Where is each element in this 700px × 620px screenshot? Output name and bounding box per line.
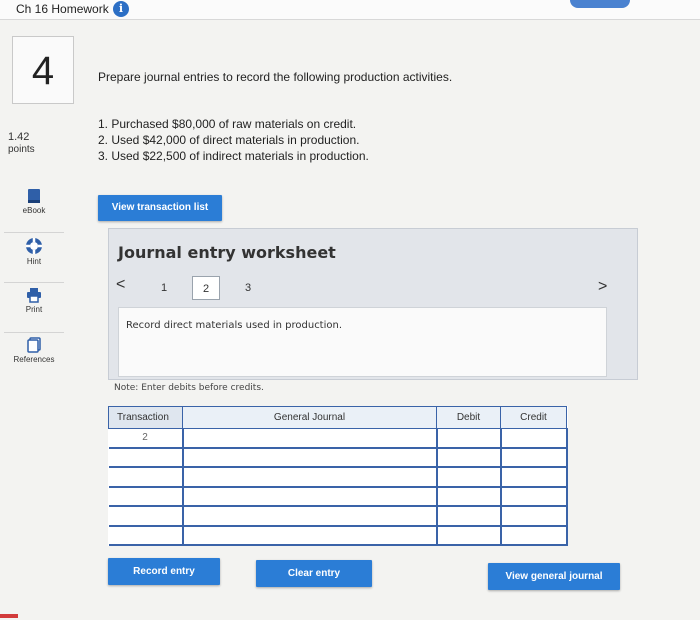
progress-indicator (0, 614, 18, 618)
debit-field[interactable] (435, 427, 502, 449)
view-general-journal-button[interactable]: View general journal (488, 563, 620, 590)
hint-tool[interactable]: Hint (4, 232, 64, 266)
references-label: References (13, 355, 55, 364)
table-row (108, 466, 568, 488)
header-credit: Credit (500, 406, 567, 429)
ebook-label: eBook (22, 206, 46, 215)
credit-field[interactable] (499, 486, 568, 508)
ebook-icon (28, 189, 40, 203)
debit-field[interactable] (435, 505, 502, 527)
credit-field[interactable] (499, 447, 568, 469)
table-header-row: Transaction General Journal Debit Credit (108, 406, 567, 429)
print-label: Print (25, 305, 43, 314)
top-bar: Ch 16 Homework i (0, 0, 700, 20)
account-field[interactable] (181, 447, 438, 469)
status-pill (570, 0, 630, 8)
journal-table: Transaction General Journal Debit Credit… (108, 406, 568, 547)
account-field[interactable] (181, 466, 438, 488)
view-transaction-list-button[interactable]: View transaction list (98, 195, 222, 221)
account-field[interactable] (181, 486, 438, 508)
page-tab-1[interactable]: 1 (150, 276, 178, 300)
worksheet-title: Journal entry worksheet (118, 243, 336, 262)
account-field[interactable] (181, 427, 438, 449)
credit-field[interactable] (499, 505, 568, 527)
activity-item: 3. Used $22,500 of indirect materials in… (98, 149, 369, 163)
debit-field[interactable] (435, 486, 502, 508)
points-value: 1.42 (8, 131, 30, 143)
debit-field[interactable] (435, 466, 502, 488)
header-transaction: Transaction (108, 406, 183, 429)
page-tab-3[interactable]: 3 (234, 276, 262, 300)
transaction-cell (108, 466, 183, 488)
transaction-cell (108, 505, 183, 527)
account-field[interactable] (181, 505, 438, 527)
info-icon[interactable]: i (113, 1, 129, 17)
hint-icon (26, 238, 42, 254)
next-page-arrow[interactable]: > (598, 278, 607, 296)
ebook-tool[interactable]: eBook (4, 188, 64, 215)
debit-field[interactable] (435, 447, 502, 469)
account-field[interactable] (181, 525, 438, 547)
header-general-journal: General Journal (182, 406, 437, 429)
header-debit: Debit (436, 406, 501, 429)
credit-field[interactable] (499, 427, 568, 449)
transaction-cell (108, 486, 183, 508)
credit-field[interactable] (499, 525, 568, 547)
points-label: points (8, 144, 35, 155)
print-tool[interactable]: Print (4, 282, 64, 314)
question-number: 4 (12, 36, 74, 104)
assignment-title: Ch 16 Homework (16, 2, 109, 16)
transaction-cell (108, 525, 183, 547)
credit-field[interactable] (499, 466, 568, 488)
transaction-cell: 2 (108, 427, 183, 449)
print-icon (27, 288, 41, 303)
table-row (108, 486, 568, 508)
debit-field[interactable] (435, 525, 502, 547)
transaction-cell (108, 447, 183, 469)
activity-item: 2. Used $42,000 of direct materials in p… (98, 133, 360, 147)
prev-page-arrow[interactable]: < (116, 276, 125, 294)
references-icon (27, 337, 41, 353)
instruction-box (118, 307, 607, 377)
table-row (108, 505, 568, 527)
entry-note: Note: Enter debits before credits. (114, 383, 264, 393)
table-row: 2 (108, 427, 568, 449)
instruction-text: Record direct materials used in producti… (126, 320, 343, 331)
hint-label: Hint (26, 257, 42, 266)
references-tool[interactable]: References (4, 332, 64, 364)
table-row (108, 525, 568, 547)
table-row (108, 447, 568, 469)
page-tab-2[interactable]: 2 (192, 276, 220, 300)
activity-list: 1. Purchased $80,000 of raw materials on… (98, 116, 369, 164)
activity-item: 1. Purchased $80,000 of raw materials on… (98, 117, 357, 131)
record-entry-button[interactable]: Record entry (108, 558, 220, 585)
clear-entry-button[interactable]: Clear entry (256, 560, 372, 587)
question-prompt: Prepare journal entries to record the fo… (98, 70, 453, 84)
